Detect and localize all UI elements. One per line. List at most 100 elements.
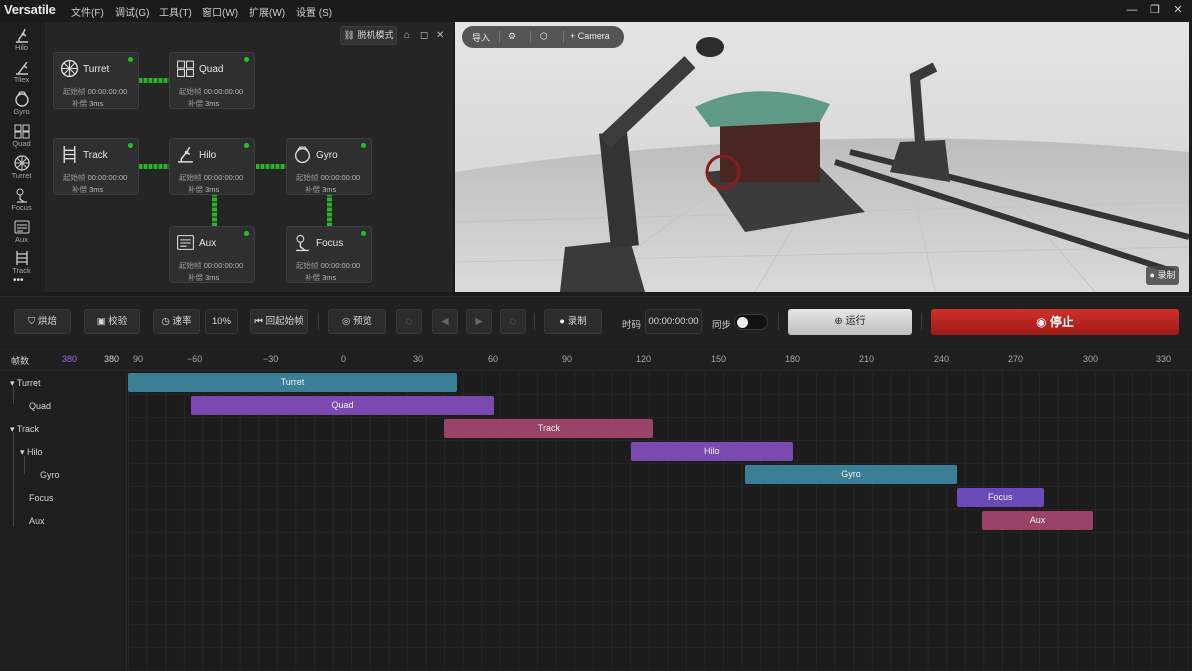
bake-label: 烘焙: [37, 316, 57, 327]
rail-item-track[interactable]: Track: [4, 248, 39, 278]
scene-render: [455, 22, 1189, 292]
more-tools-button[interactable]: •••: [13, 275, 24, 286]
rail-label: Tilex: [13, 75, 30, 84]
rail-label: Quad: [12, 139, 31, 148]
node-title: Hilo: [199, 150, 217, 161]
start-frame-label: 起始帧: [179, 173, 202, 182]
float-panel-icon[interactable]: ◻: [420, 30, 428, 41]
node-turret[interactable]: Turret 起始帧 00:00:00:00 补偿 3ms: [53, 52, 139, 109]
track-bar-hilo[interactable]: Hilo: [630, 442, 793, 461]
status-dot: [128, 143, 133, 148]
maximize-button[interactable]: ❐: [1148, 3, 1162, 17]
tree-item-quad[interactable]: Quad: [29, 401, 51, 411]
settings-gear-icon[interactable]: ⚙: [508, 31, 516, 42]
prev-key-button[interactable]: ◇: [396, 309, 422, 334]
tree-item-gyro[interactable]: Gyro: [40, 470, 60, 480]
minimize-button[interactable]: —: [1125, 3, 1139, 17]
sync-toggle[interactable]: [734, 314, 768, 330]
track-icon: [63, 146, 76, 163]
preview-button[interactable]: ◎ 预览: [328, 309, 386, 334]
shield-icon: ⛉: [28, 316, 38, 327]
cube-view-icon[interactable]: ⬡: [540, 31, 548, 42]
menu-window[interactable]: 窗口(W): [202, 4, 238, 19]
compensation-value: 3ms: [89, 99, 104, 108]
frames-current-value: 380: [62, 354, 78, 364]
focus-icon: [296, 234, 309, 252]
timecode-field[interactable]: 00:00:00:00: [645, 309, 702, 334]
transport-toolbar: ⛉ 烘焙 ▣ 校验 ◷ 速率 10% ⏮ 回起始帧 ◎ 预览 ◇ ◀ ▶ ◇ ●…: [0, 296, 1192, 346]
menu-extensions[interactable]: 扩展(W): [249, 4, 285, 19]
start-frame-label: 起始帧: [63, 173, 86, 182]
run-button[interactable]: ⊕ 运行: [788, 309, 912, 335]
rail-item-turret[interactable]: Turret: [4, 153, 39, 183]
rail-item-quad[interactable]: Quad: [4, 121, 39, 151]
tree-item-track[interactable]: ▾ Track: [10, 424, 39, 435]
menu-settings[interactable]: 设置 (S): [296, 4, 332, 19]
stop-button[interactable]: ◉ 停止: [931, 309, 1179, 335]
track-bar-track[interactable]: Track: [444, 419, 654, 438]
step-back-button[interactable]: ◀: [432, 309, 458, 334]
offline-mode-button[interactable]: ⛓ 脱机模式: [340, 26, 397, 45]
camera-button[interactable]: + Camera: [570, 31, 610, 41]
track-bar-gyro[interactable]: Gyro: [745, 465, 957, 484]
node-aux[interactable]: Aux 起始帧 00:00:00:00 补偿 3ms: [169, 226, 255, 283]
offline-label: 脱机模式: [357, 30, 394, 40]
node-focus[interactable]: Focus 起始帧 00:00:00:00 补偿 3ms: [286, 226, 372, 283]
tree-label: Hilo: [27, 447, 43, 457]
rail-item-focus[interactable]: Focus: [4, 185, 39, 215]
rail-label: Focus: [11, 203, 32, 212]
compensation-label: 补偿: [188, 273, 203, 282]
import-button[interactable]: 导入: [472, 31, 490, 44]
node-connection: [212, 195, 217, 226]
node-hilo[interactable]: Hilo 起始帧 00:00:00:00 补偿 3ms: [169, 138, 255, 195]
track-bar-turret[interactable]: Turret: [128, 373, 457, 392]
tree-item-focus[interactable]: Focus: [29, 493, 54, 503]
calibrate-button[interactable]: ▣ 校验: [84, 309, 140, 334]
start-frame-label: 起始帧: [63, 87, 86, 96]
close-button[interactable]: ✕: [1171, 3, 1185, 17]
stop-label: 停止: [1049, 315, 1074, 329]
back-to-start-button[interactable]: ⏮ 回起始帧: [250, 309, 308, 334]
aux-icon: [177, 235, 194, 250]
speed-button[interactable]: ◷ 速率: [153, 309, 200, 334]
track-bar-focus[interactable]: Focus: [956, 488, 1044, 507]
timeline-grid[interactable]: Turret Quad Track Hilo Gyro Focus Aux: [128, 372, 1192, 671]
link-icon: ⛓: [343, 30, 358, 40]
track-bar-quad[interactable]: Quad: [190, 396, 495, 415]
frames-total-value: 380: [104, 354, 120, 364]
rail-item-aux[interactable]: Aux: [4, 217, 39, 247]
start-frame-value: 00:00:00:00: [87, 173, 128, 182]
compensation-value: 3ms: [205, 273, 220, 282]
scene-viewport[interactable]: 导入 ⚙ ⬡ + Camera ● 录制: [455, 22, 1189, 292]
rail-item-tilex[interactable]: Tilex: [4, 57, 39, 87]
node-connection: [139, 164, 169, 169]
node-connection: [139, 78, 169, 83]
rail-item-hilo[interactable]: Hilo: [4, 25, 39, 55]
track-bar-aux[interactable]: Aux: [981, 511, 1094, 530]
menu-tools[interactable]: 工具(T): [159, 4, 192, 19]
node-connection: [256, 164, 286, 169]
timeline-panel: 帧数 380 380 90 −60 −30 0 30 60 90 120 150 180 210 24…: [0, 347, 1192, 671]
menu-debug[interactable]: 调试(G): [115, 4, 149, 19]
tilt-arm-icon: [15, 61, 28, 75]
ruler-tick-label: 90: [562, 354, 573, 364]
lock-icon[interactable]: ⌂: [404, 30, 410, 41]
panel-close-icon[interactable]: ✕: [436, 30, 444, 41]
status-dot: [361, 231, 366, 236]
node-quad[interactable]: Quad 起始帧 00:00:00:00 补偿 3ms: [169, 52, 255, 109]
next-key-button[interactable]: ◇: [500, 309, 526, 334]
ruler-tick-label: −60: [187, 354, 203, 364]
node-connection: [327, 195, 332, 226]
node-gyro[interactable]: Gyro 起始帧 00:00:00:00 补偿 3ms: [286, 138, 372, 195]
node-track[interactable]: Track 起始帧 00:00:00:00 补偿 3ms: [53, 138, 139, 195]
speed-input[interactable]: 10%: [205, 309, 238, 334]
tree-item-aux[interactable]: Aux: [29, 516, 45, 526]
ruler-tick-label: 210: [859, 354, 875, 364]
play-button[interactable]: ▶: [466, 309, 492, 334]
rail-item-gyro[interactable]: Gyro: [4, 89, 39, 119]
record-badge[interactable]: ● 录制: [1146, 266, 1179, 285]
menu-file[interactable]: 文件(F): [71, 4, 104, 19]
tree-item-turret[interactable]: ▾ Turret: [10, 378, 41, 389]
bake-button[interactable]: ⛉ 烘焙: [14, 309, 71, 334]
record-button[interactable]: ● 录制: [544, 309, 602, 334]
